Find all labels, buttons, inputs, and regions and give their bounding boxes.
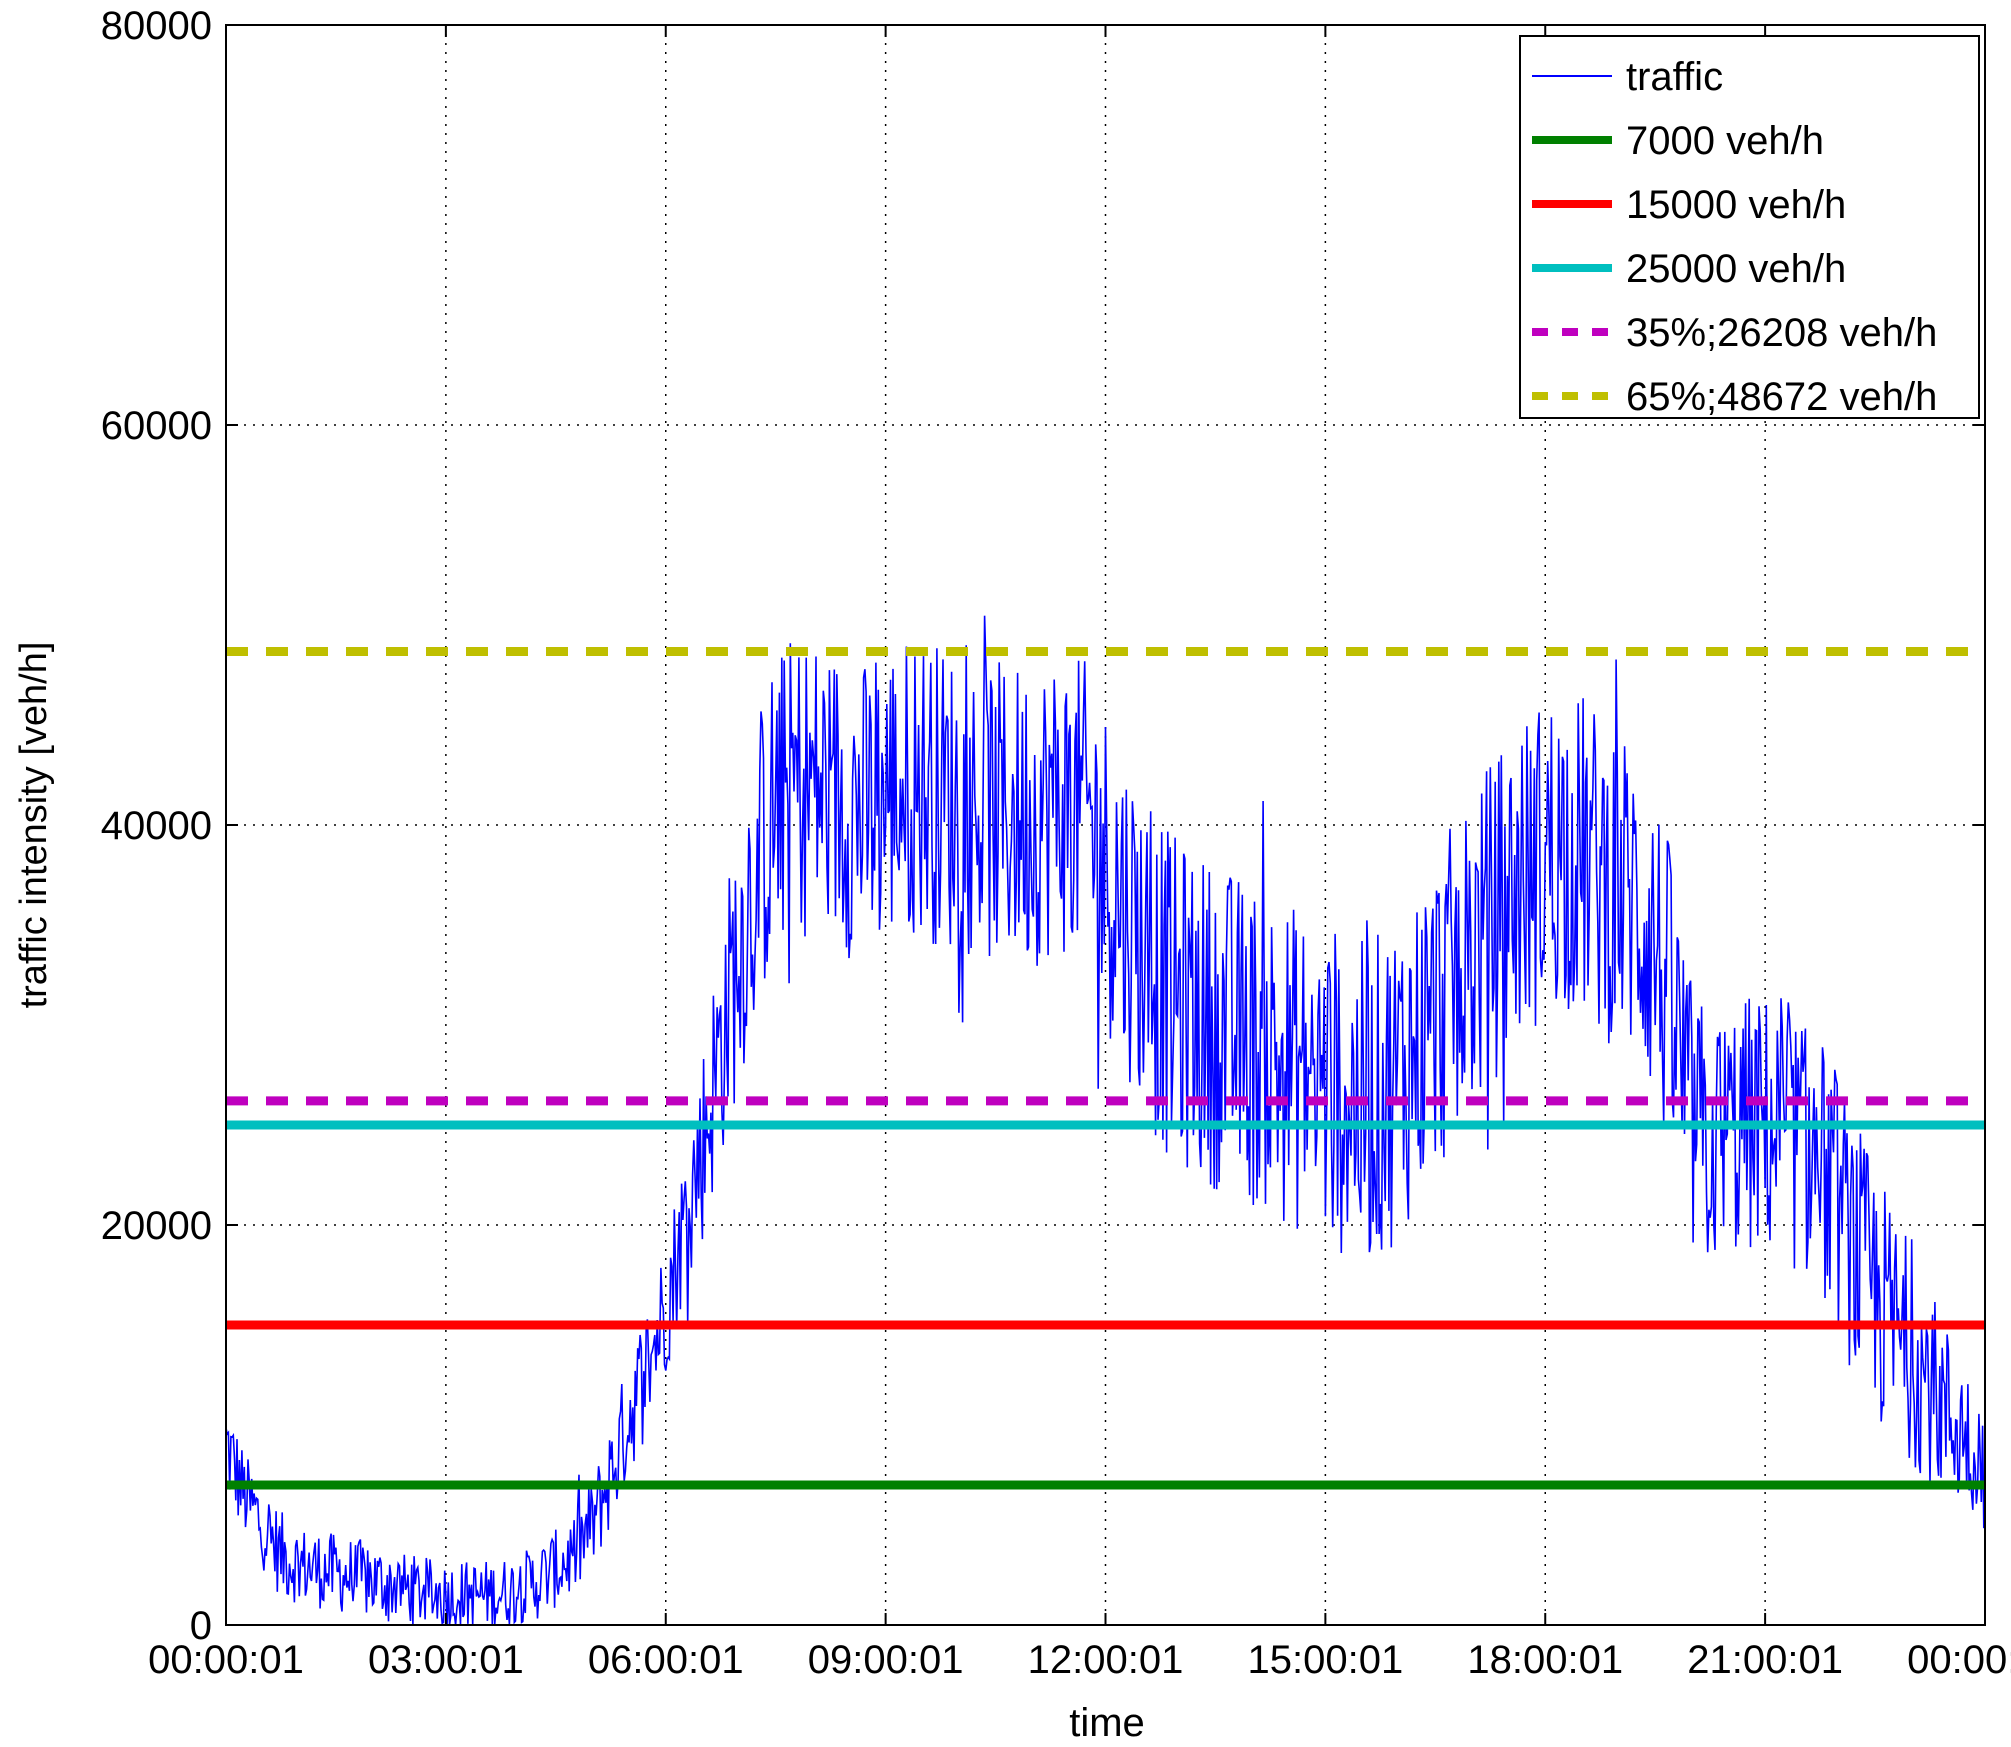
x-tick-label: 15:00:01 — [1248, 1638, 1404, 1682]
legend-label: 7000 veh/h — [1626, 119, 1824, 163]
y-tick-label: 60000 — [101, 404, 212, 448]
x-tick-label: 09:00:01 — [808, 1638, 964, 1682]
legend-label: 35%;26208 veh/h — [1626, 311, 1937, 355]
legend-box — [1519, 35, 1980, 419]
y-tick-label: 80000 — [101, 4, 212, 48]
x-tick-label: 06:00:01 — [588, 1638, 744, 1682]
y-tick-label: 40000 — [101, 804, 212, 848]
traffic-chart: 020000400006000080000 00:00:01 03:00:01 06… — [13, 4, 2011, 1745]
x-tick-label: 03:00:01 — [368, 1638, 524, 1682]
legend-label: 25000 veh/h — [1626, 247, 1846, 291]
traffic-series-line — [225, 615, 1986, 1626]
y-tick-label: 20000 — [101, 1204, 212, 1248]
x-tick-label: 00:00:01 — [1907, 1638, 2011, 1682]
plot-area — [225, 615, 1986, 1626]
legend-label: 65%;48672 veh/h — [1626, 375, 1937, 419]
y-axis-label: traffic intensity [veh/h] — [13, 642, 55, 1009]
x-tick-label: 18:00:01 — [1467, 1638, 1623, 1682]
x-tick-label: 12:00:01 — [1028, 1638, 1184, 1682]
x-tick-label: 00:00:01 — [148, 1638, 304, 1682]
legend: traffic 7000 veh/h 15000 veh/h 25000 veh/h 3… — [1519, 35, 1980, 419]
legend-label: 15000 veh/h — [1626, 183, 1846, 227]
x-axis-label: time — [1069, 1701, 1145, 1745]
legend-label: traffic — [1626, 55, 1723, 99]
x-tick-label: 21:00:01 — [1687, 1638, 1843, 1682]
